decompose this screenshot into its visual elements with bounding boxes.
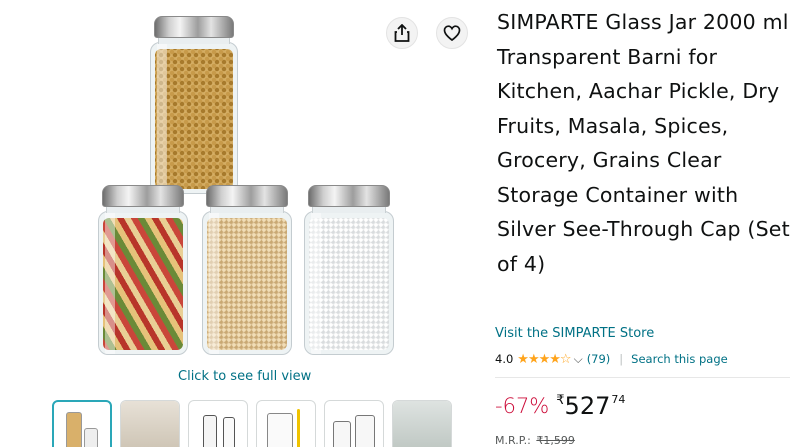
jar-pearl-grains — [202, 185, 292, 355]
star-rating-icon[interactable]: ★★★★☆ — [517, 352, 571, 367]
image-gallery: Click to see full view — [0, 0, 490, 447]
thumbnail-4[interactable] — [256, 400, 316, 447]
product-details: SIMPARTE Glass Jar 2000 ml Transparent B… — [495, 0, 800, 447]
full-view-link[interactable]: Click to see full view — [178, 369, 311, 384]
rating-row: 4.0 ★★★★☆ ⌵ (79) | Search this page — [495, 351, 728, 367]
price-fraction: 74 — [611, 393, 626, 406]
mrp-label: M.R.P.: — [495, 434, 531, 447]
jar-pasta — [98, 185, 188, 355]
thumbnail-6[interactable] — [392, 400, 452, 447]
thumbnail-2[interactable] — [120, 400, 180, 447]
mrp-value: ₹1,599 — [536, 434, 575, 447]
store-link[interactable]: Visit the SIMPARTE Store — [495, 326, 654, 341]
search-page-link[interactable]: Search this page — [631, 352, 728, 366]
jar-lentils — [150, 16, 238, 194]
rating-value: 4.0 — [495, 352, 514, 366]
price-row: -67% ₹ 527 74 — [495, 392, 625, 420]
currency-symbol: ₹ — [556, 393, 565, 408]
divider: | — [619, 352, 624, 366]
thumbnail-1[interactable] — [52, 400, 112, 447]
wishlist-button[interactable] — [436, 17, 468, 49]
thumbnail-5[interactable] — [324, 400, 384, 447]
main-product-image[interactable] — [92, 10, 402, 355]
thumbnail-3[interactable] — [188, 400, 248, 447]
jar-white-grains — [304, 185, 394, 355]
share-button[interactable] — [386, 17, 418, 49]
section-divider — [495, 377, 790, 378]
mrp-row: M.R.P.: ₹1,599 — [495, 434, 575, 447]
price-whole: 527 — [564, 392, 611, 420]
rating-count-link[interactable]: (79) — [587, 352, 611, 366]
heart-icon — [443, 25, 461, 41]
share-icon — [394, 24, 410, 42]
product-title: SIMPARTE Glass Jar 2000 ml Transparent B… — [497, 10, 790, 276]
discount-percent: -67% — [495, 394, 550, 418]
chevron-down-icon[interactable]: ⌵ — [574, 352, 583, 367]
